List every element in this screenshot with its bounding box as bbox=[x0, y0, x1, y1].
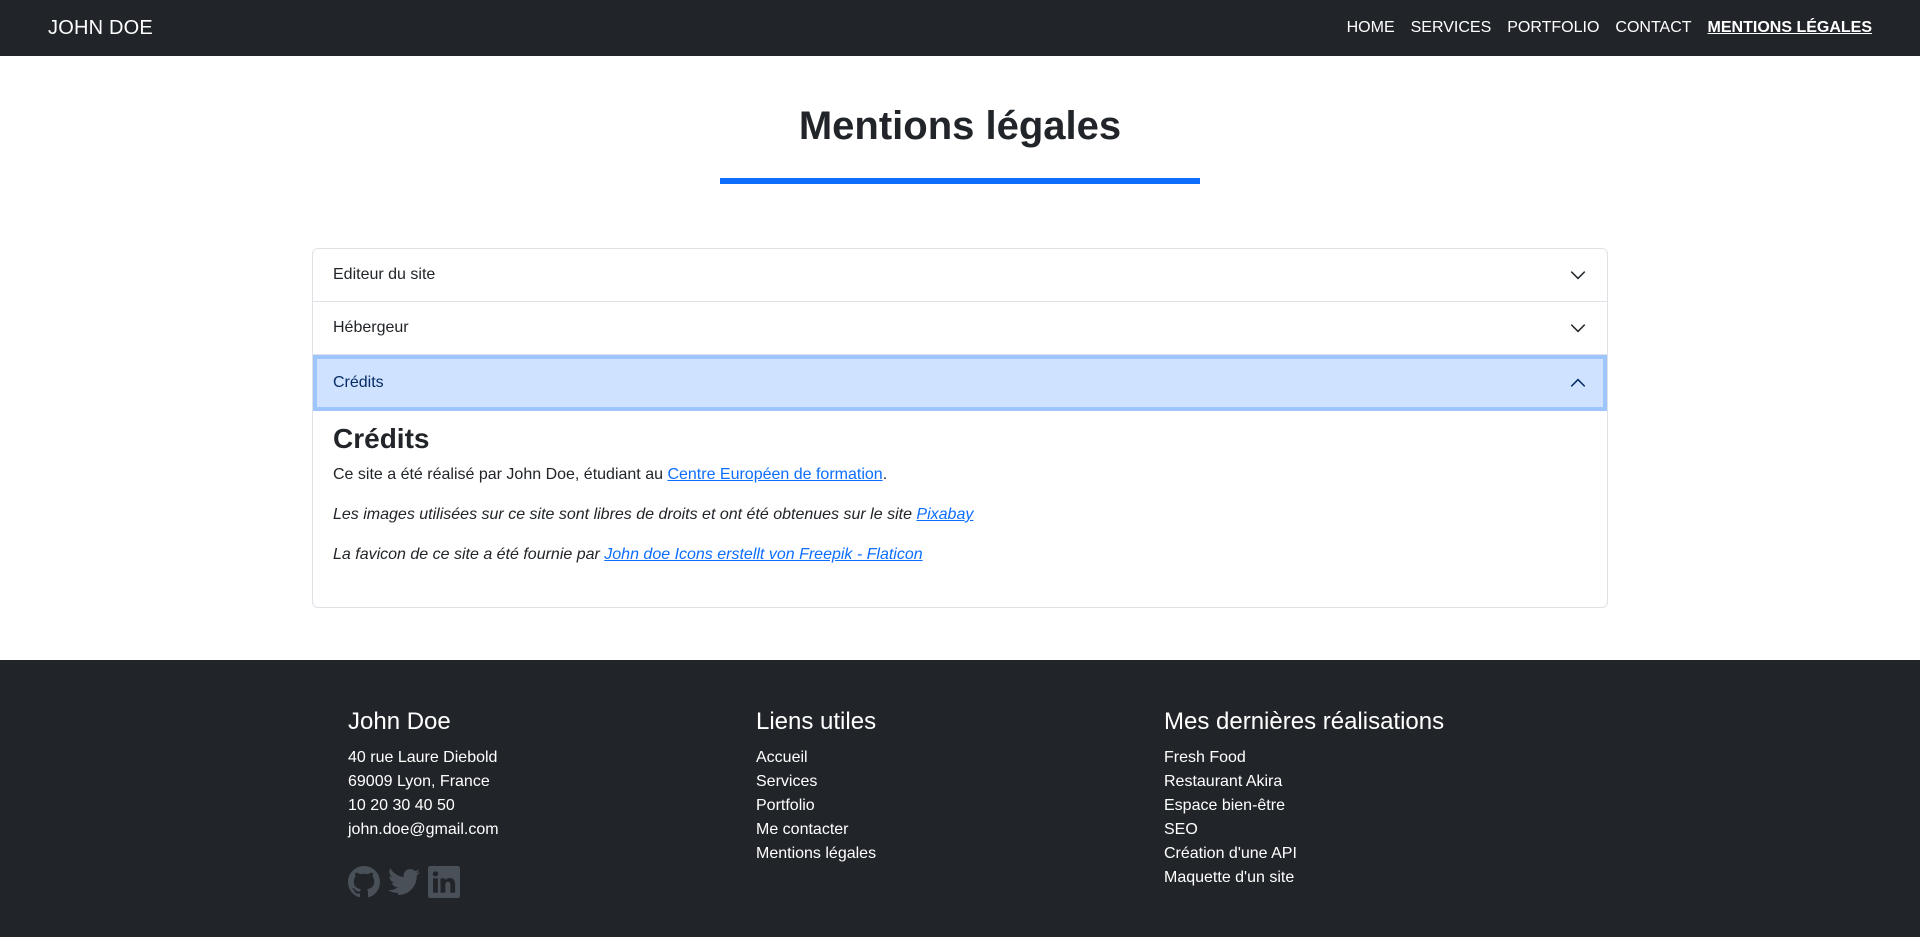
accordion-label: Crédits bbox=[333, 374, 384, 391]
accordion-item-hebergeur: Hébergeur bbox=[313, 301, 1607, 354]
credits-paragraph-1: Ce site a été réalisé par John Doe, étud… bbox=[333, 463, 1587, 487]
credits-text: Ce site a été réalisé par John Doe, étud… bbox=[333, 466, 668, 483]
accordion-item-credits: Crédits Crédits Ce site a été réalisé pa… bbox=[313, 354, 1607, 607]
accordion-label: Hébergeur bbox=[333, 319, 409, 336]
linkedin-icon[interactable] bbox=[428, 866, 460, 898]
accordion-label: Editeur du site bbox=[333, 266, 436, 283]
footer-project-link[interactable]: Création d'une API bbox=[1164, 842, 1572, 866]
footer-project-link[interactable]: Maquette d'un site bbox=[1164, 866, 1572, 890]
main-content: Mentions légales Editeur du site Héberge… bbox=[312, 56, 1608, 608]
accordion-header-credits[interactable]: Crédits bbox=[313, 355, 1607, 411]
nav-link-home[interactable]: HOME bbox=[1347, 19, 1395, 37]
footer-link-contact[interactable]: Me contacter bbox=[756, 818, 1164, 842]
title-underline bbox=[720, 178, 1200, 184]
accordion-body-credits: Crédits Ce site a été réalisé par John D… bbox=[313, 411, 1607, 607]
nav-link-portfolio[interactable]: PORTFOLIO bbox=[1507, 19, 1599, 37]
twitter-icon[interactable] bbox=[388, 866, 420, 898]
link-centre-europeen[interactable]: Centre Européen de formation bbox=[667, 466, 882, 483]
credits-text-end: . bbox=[882, 466, 888, 483]
footer-link-accueil[interactable]: Accueil bbox=[756, 746, 1164, 770]
nav-menu: HOME SERVICES PORTFOLIO CONTACT MENTIONS… bbox=[1347, 19, 1872, 37]
footer-project-link[interactable]: Restaurant Akira bbox=[1164, 770, 1572, 794]
chevron-down-icon bbox=[1569, 266, 1587, 284]
footer-projects-column: Mes dernières réalisations Fresh Food Re… bbox=[1164, 708, 1572, 898]
top-navbar: JOHN DOE HOME SERVICES PORTFOLIO CONTACT… bbox=[0, 0, 1920, 56]
brand-logo[interactable]: JOHN DOE bbox=[48, 17, 153, 40]
credits-paragraph-3: La favicon de ce site a été fournie par … bbox=[333, 543, 1587, 567]
footer-contact-title: John Doe bbox=[348, 708, 451, 735]
footer-link-portfolio[interactable]: Portfolio bbox=[756, 794, 1164, 818]
credits-heading: Crédits bbox=[333, 423, 430, 454]
footer-phone: 10 20 30 40 50 bbox=[348, 797, 455, 814]
footer-columns: John Doe 40 rue Laure Diebold 69009 Lyon… bbox=[312, 660, 1608, 898]
footer-projects-title: Mes dernières réalisations bbox=[1164, 708, 1445, 735]
legal-accordion: Editeur du site Hébergeur Crédits Crédit… bbox=[312, 248, 1608, 608]
footer-links-title: Liens utiles bbox=[756, 708, 877, 735]
social-links bbox=[348, 866, 756, 898]
credits-images-text: Les images utilisées sur ce site sont li… bbox=[333, 506, 917, 523]
nav-link-mentions-legales[interactable]: MENTIONS LÉGALES bbox=[1708, 19, 1872, 37]
page-title: Mentions légales bbox=[798, 104, 1122, 148]
footer-contact-column: John Doe 40 rue Laure Diebold 69009 Lyon… bbox=[348, 708, 756, 898]
credits-favicon-text: La favicon de ce site a été fournie par bbox=[333, 546, 605, 563]
chevron-up-icon bbox=[1569, 374, 1587, 392]
site-footer: John Doe 40 rue Laure Diebold 69009 Lyon… bbox=[0, 660, 1920, 937]
footer-project-link[interactable]: SEO bbox=[1164, 818, 1572, 842]
nav-link-services[interactable]: SERVICES bbox=[1411, 19, 1492, 37]
chevron-down-icon bbox=[1569, 319, 1587, 337]
github-icon[interactable] bbox=[348, 866, 380, 898]
footer-link-mentions[interactable]: Mentions légales bbox=[756, 842, 1164, 866]
footer-address-street: 40 rue Laure Diebold bbox=[348, 749, 498, 766]
footer-link-services[interactable]: Services bbox=[756, 770, 1164, 794]
nav-link-contact[interactable]: CONTACT bbox=[1615, 19, 1691, 37]
footer-project-link[interactable]: Espace bien-être bbox=[1164, 794, 1572, 818]
accordion-item-editeur: Editeur du site bbox=[313, 249, 1607, 301]
accordion-header-editeur[interactable]: Editeur du site bbox=[313, 249, 1607, 301]
footer-address-city: 69009 Lyon, France bbox=[348, 773, 490, 790]
footer-project-link[interactable]: Fresh Food bbox=[1164, 746, 1572, 770]
footer-email: john.doe@gmail.com bbox=[348, 821, 499, 838]
link-flaticon[interactable]: John doe Icons erstellt von Freepik - Fl… bbox=[604, 546, 922, 563]
footer-links-column: Liens utiles Accueil Services Portfolio … bbox=[756, 708, 1164, 898]
credits-paragraph-2: Les images utilisées sur ce site sont li… bbox=[333, 503, 1587, 527]
link-pixabay[interactable]: Pixabay bbox=[916, 506, 973, 523]
accordion-header-hebergeur[interactable]: Hébergeur bbox=[313, 302, 1607, 354]
